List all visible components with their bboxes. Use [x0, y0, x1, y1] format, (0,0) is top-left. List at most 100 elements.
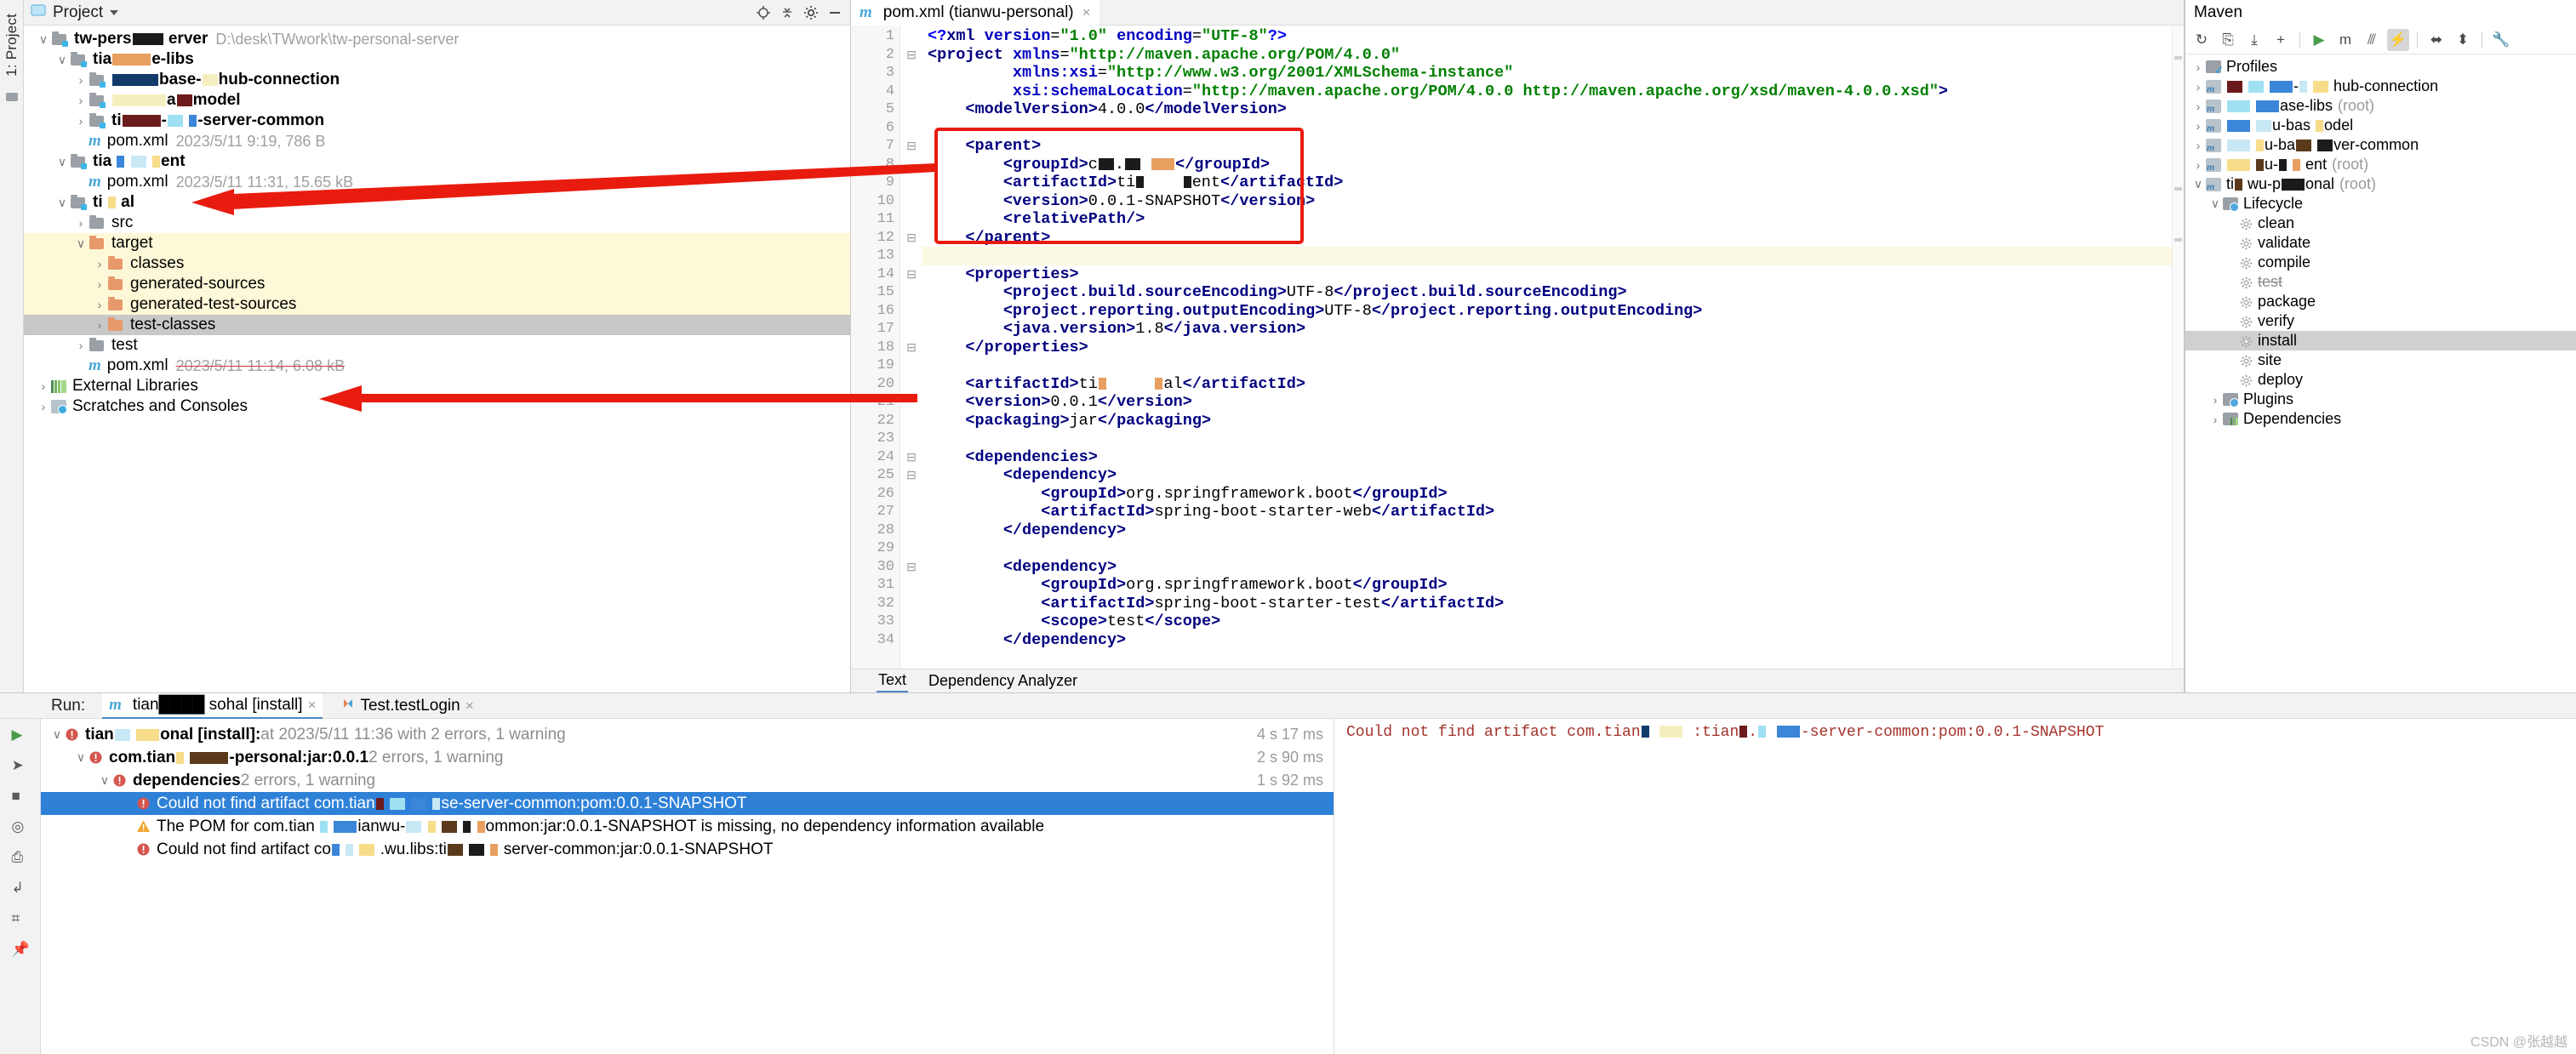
close-icon[interactable]: × [308, 697, 317, 714]
chevron-down-icon[interactable]: ∨ [2208, 197, 2223, 211]
chevron-right-icon[interactable]: › [92, 257, 107, 271]
chevron-down-icon[interactable] [110, 9, 119, 15]
chevron-down-icon[interactable]: ∨ [73, 750, 89, 765]
maven-tree[interactable]: ›Profiles› - hub-connection› ase-libs(ro… [2185, 54, 2576, 692]
project-tree-row[interactable]: › classes [24, 254, 850, 274]
run-maven-build-icon[interactable]: ▶ [2308, 29, 2330, 51]
chevron-right-icon[interactable]: › [2225, 276, 2240, 289]
build-result-row[interactable]: › Could not find artifact co .wu.libs:ti … [41, 838, 1334, 861]
project-tree-row[interactable]: › src [24, 213, 850, 233]
collapse-all-icon[interactable]: ⬍ [2452, 29, 2474, 51]
run-side-toolbar[interactable]: ▶ ➤ ■ ◎ ⎙ ↲ ⌗ 📌 [0, 719, 41, 1054]
project-tree-row[interactable]: › base-hub-connection [24, 70, 850, 90]
maven-settings-icon[interactable]: 🔧 [2490, 29, 2512, 51]
editor-scrollbar[interactable] [2172, 26, 2184, 669]
chevron-right-icon[interactable]: › [2225, 295, 2240, 309]
chevron-right-icon[interactable]: › [2208, 393, 2223, 407]
maven-tree-row[interactable]: › u- ent (root) [2185, 155, 2576, 174]
chevron-down-icon[interactable]: ∨ [54, 155, 70, 169]
project-tree-row[interactable]: ∨ target [24, 233, 850, 254]
chevron-right-icon[interactable]: › [2225, 334, 2240, 348]
maven-tree-row[interactable]: › u-ba ver-common [2185, 135, 2576, 155]
chevron-right-icon[interactable]: › [36, 379, 51, 393]
fold-toggle-icon[interactable]: ⊟ [900, 137, 922, 156]
fold-toggle-icon[interactable]: ⊟ [900, 558, 922, 577]
run-tab-test-testlogin[interactable]: Test.testLogin × [334, 693, 480, 719]
fold-toggle-icon[interactable]: ⊟ [900, 466, 922, 485]
project-tree-row[interactable]: › a model [24, 90, 850, 111]
structure-icon[interactable] [3, 88, 20, 105]
build-result-row[interactable]: ∨ com.tian -personal:jar:0.0.1 2 errors, … [41, 746, 1334, 769]
scroll-to-end-icon[interactable]: ↲ [12, 879, 29, 896]
download-sources-icon[interactable]: ⤓ [2243, 29, 2265, 51]
maven-tree-row[interactable]: › - hub-connection [2185, 77, 2576, 96]
fold-toggle-icon[interactable]: ⊟ [900, 46, 922, 65]
chevron-right-icon[interactable]: › [2190, 60, 2206, 74]
project-tree-row[interactable]: ›m pom.xml 2023/5/11 11:14, 6.08 kB [24, 356, 850, 376]
hide-icon[interactable] [826, 4, 843, 21]
chevron-down-icon[interactable]: › [121, 843, 136, 857]
reload-all-maven-projects-icon[interactable]: ↻ [2190, 29, 2213, 51]
collapse-all-icon[interactable] [779, 4, 796, 21]
project-tree[interactable]: ∨ tw-pers erver D:\desk\TWwork\tw-personal… [24, 26, 850, 692]
maven-tree-row[interactable]: › Dependencies [2185, 409, 2576, 429]
project-tree-row[interactable]: ∨ ti al [24, 192, 850, 213]
maven-tree-row[interactable]: › ase-libs (root) [2185, 96, 2576, 116]
editor-tab-pom-xml[interactable]: m pom.xml (tianwu-personal) × [851, 0, 1100, 26]
chevron-right-icon[interactable]: › [73, 134, 89, 148]
chevron-down-icon[interactable]: ∨ [97, 773, 112, 788]
expand-all-icon[interactable]: ⬌ [2425, 29, 2447, 51]
maven-tree-row[interactable]: › compile [2185, 253, 2576, 272]
chevron-right-icon[interactable]: › [73, 216, 89, 230]
chevron-down-icon[interactable]: › [121, 820, 136, 834]
chevron-right-icon[interactable]: › [2190, 100, 2206, 113]
project-tree-row[interactable]: › External Libraries [24, 376, 850, 396]
maven-tree-row[interactable]: › package [2185, 292, 2576, 311]
fold-toggle-icon[interactable]: ⊟ [900, 265, 922, 284]
soft-wrap-icon[interactable]: ⎙ [12, 848, 29, 865]
filter-icon[interactable]: ◎ [12, 818, 29, 835]
chevron-right-icon[interactable]: › [2225, 373, 2240, 387]
locate-icon[interactable] [755, 4, 772, 21]
maven-tree-row[interactable]: › validate [2185, 233, 2576, 253]
chevron-right-icon[interactable]: › [2225, 354, 2240, 367]
fold-toggle-icon[interactable]: ⊟ [900, 339, 922, 357]
tab-text[interactable]: Text [877, 669, 909, 692]
chevron-right-icon[interactable]: › [73, 359, 89, 373]
project-tree-row[interactable]: › ti - -server-common [24, 111, 850, 131]
project-tree-row[interactable]: ›m pom.xml 2023/5/11 11:31, 15.65 kB [24, 172, 850, 192]
chevron-right-icon[interactable]: › [2190, 158, 2206, 172]
project-tree-row[interactable]: ∨ tia e-libs [24, 49, 850, 70]
maven-tree-row[interactable]: › Plugins [2185, 390, 2576, 409]
gear-icon[interactable] [803, 4, 820, 21]
maven-tree-row[interactable]: › site [2185, 350, 2576, 370]
project-tree-row[interactable]: ›m pom.xml 2023/5/11 9:19, 786 B [24, 131, 850, 151]
code-content[interactable]: <?xml version="1.0" encoding="UTF-8"?> <p… [922, 26, 2172, 669]
run-tab-maven-install[interactable]: m tian████ sohal [install] × [102, 692, 323, 719]
project-tree-row[interactable]: ∨ tw-pers erver D:\desk\TWwork\tw-personal… [24, 29, 850, 49]
maven-tree-row[interactable]: ∨ ti wu-ponal(root) [2185, 174, 2576, 194]
chevron-right-icon[interactable]: › [92, 298, 107, 311]
project-tree-row[interactable]: › test-classes [24, 315, 850, 335]
project-tree-row[interactable]: › Scratches and Consoles [24, 396, 850, 417]
build-result-row[interactable]: › Could not find artifact com.tian se-ser… [41, 792, 1334, 815]
project-tree-row[interactable]: › generated-test-sources [24, 294, 850, 315]
print-icon[interactable]: ⌗ [12, 909, 29, 926]
maven-tree-row[interactable]: › clean [2185, 214, 2576, 233]
rerun-icon[interactable]: ▶ [12, 726, 29, 743]
chevron-right-icon[interactable]: › [2190, 139, 2206, 152]
rerun-failed-icon[interactable]: ➤ [12, 756, 29, 773]
maven-tree-row[interactable]: ∨ Lifecycle [2185, 194, 2576, 214]
maven-tree-row[interactable]: › deploy [2185, 370, 2576, 390]
tab-dependency-analyzer[interactable]: Dependency Analyzer [927, 670, 1079, 692]
chevron-down-icon[interactable]: ∨ [54, 196, 70, 210]
fold-toggle-icon[interactable]: ⊟ [900, 229, 922, 248]
toggle-skip-tests-icon[interactable]: ⚡ [2387, 28, 2409, 51]
code-folding-gutter[interactable]: ⊟ ⊟ ⊟ ⊟ ⊟ ⊟ ⊟ ⊟ [900, 26, 922, 669]
chevron-down-icon[interactable]: ∨ [36, 32, 51, 47]
maven-tree-row[interactable]: › install [2185, 331, 2576, 350]
chevron-right-icon[interactable]: › [2190, 119, 2206, 133]
close-icon[interactable]: × [1082, 4, 1091, 21]
chevron-right-icon[interactable]: › [92, 277, 107, 291]
build-result-row[interactable]: › The POM for com.tian ianwu- ommon:jar:0… [41, 815, 1334, 838]
